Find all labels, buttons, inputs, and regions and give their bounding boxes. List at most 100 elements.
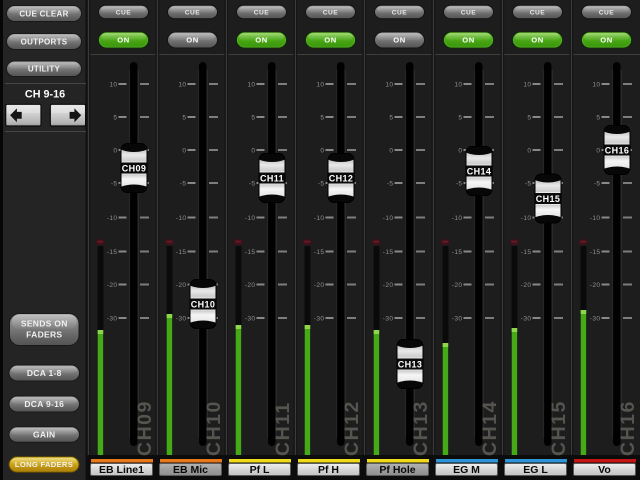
svg-text:-5: -5 <box>111 181 118 188</box>
svg-text:Vo: Vo <box>598 464 611 476</box>
svg-text:-15: -15 <box>383 249 394 256</box>
svg-text:-10: -10 <box>314 215 325 222</box>
svg-text:-15: -15 <box>590 249 601 256</box>
svg-text:-5: -5 <box>387 181 394 188</box>
svg-text:ON: ON <box>600 36 612 45</box>
svg-text:EG M: EG M <box>453 464 480 476</box>
svg-text:-30: -30 <box>176 316 187 323</box>
svg-text:10: 10 <box>592 82 600 89</box>
svg-text:-5: -5 <box>249 181 256 188</box>
svg-text:ON: ON <box>117 36 129 45</box>
svg-text:-10: -10 <box>590 215 601 222</box>
svg-text:CUE: CUE <box>461 9 477 16</box>
svg-text:0: 0 <box>458 148 462 155</box>
svg-text:-30: -30 <box>521 316 532 323</box>
svg-text:OUTPORTS: OUTPORTS <box>21 37 68 46</box>
svg-text:5: 5 <box>320 115 324 122</box>
svg-text:0: 0 <box>251 148 255 155</box>
svg-text:CH16: CH16 <box>617 400 639 456</box>
svg-text:-15: -15 <box>176 249 187 256</box>
svg-text:-20: -20 <box>590 282 601 289</box>
svg-text:CH09: CH09 <box>122 163 147 173</box>
svg-text:ON: ON <box>255 36 267 45</box>
svg-text:EB Mic: EB Mic <box>173 464 208 476</box>
svg-text:-30: -30 <box>590 316 601 323</box>
svg-text:CUE: CUE <box>254 9 270 16</box>
svg-text:-5: -5 <box>525 181 532 188</box>
svg-text:-20: -20 <box>245 282 256 289</box>
svg-text:-30: -30 <box>383 316 394 323</box>
svg-text:CH13: CH13 <box>398 359 423 369</box>
svg-text:5: 5 <box>182 115 186 122</box>
svg-text:10: 10 <box>247 82 255 89</box>
svg-text:CH14: CH14 <box>479 400 501 456</box>
svg-text:UTILITY: UTILITY <box>28 65 61 74</box>
svg-text:-15: -15 <box>314 249 325 256</box>
svg-text:10: 10 <box>454 82 462 89</box>
svg-text:-30: -30 <box>245 316 256 323</box>
svg-text:CH15: CH15 <box>548 400 570 456</box>
svg-text:-10: -10 <box>521 215 532 222</box>
svg-text:Pf L: Pf L <box>250 464 270 476</box>
svg-text:10: 10 <box>178 82 186 89</box>
svg-text:EB Line1: EB Line1 <box>99 464 144 476</box>
svg-text:-10: -10 <box>176 215 187 222</box>
svg-text:0: 0 <box>527 148 531 155</box>
svg-text:-15: -15 <box>452 249 463 256</box>
svg-text:10: 10 <box>316 82 324 89</box>
svg-text:DCA 9-16: DCA 9-16 <box>24 399 64 409</box>
svg-text:-15: -15 <box>521 249 532 256</box>
svg-text:5: 5 <box>113 115 117 122</box>
svg-text:CUE: CUE <box>599 9 615 16</box>
svg-text:0: 0 <box>389 148 393 155</box>
svg-text:0: 0 <box>113 148 117 155</box>
svg-text:0: 0 <box>320 148 324 155</box>
svg-text:-15: -15 <box>245 249 256 256</box>
svg-text:ON: ON <box>186 36 198 45</box>
svg-text:LONG FADERS: LONG FADERS <box>15 460 73 469</box>
svg-text:Pf Hole: Pf Hole <box>379 464 415 476</box>
svg-text:5: 5 <box>458 115 462 122</box>
svg-text:-30: -30 <box>452 316 463 323</box>
svg-text:CH12: CH12 <box>341 400 363 456</box>
svg-text:CH10: CH10 <box>191 299 216 309</box>
svg-text:-5: -5 <box>594 181 601 188</box>
svg-text:10: 10 <box>109 82 117 89</box>
svg-text:DCA 1-8: DCA 1-8 <box>27 368 62 378</box>
svg-text:CH15: CH15 <box>536 194 561 204</box>
svg-text:Pf H: Pf H <box>318 464 339 476</box>
svg-text:CUE: CUE <box>530 9 546 16</box>
svg-text:CUE: CUE <box>116 9 132 16</box>
svg-text:-20: -20 <box>107 282 118 289</box>
svg-text:GAIN: GAIN <box>33 430 55 440</box>
svg-text:10: 10 <box>523 82 531 89</box>
svg-text:CH14: CH14 <box>467 166 492 176</box>
svg-text:-10: -10 <box>452 215 463 222</box>
svg-text:CUE: CUE <box>323 9 339 16</box>
svg-text:-30: -30 <box>314 316 325 323</box>
svg-text:-15: -15 <box>107 249 118 256</box>
svg-text:-10: -10 <box>107 215 118 222</box>
svg-text:CH13: CH13 <box>410 400 432 456</box>
svg-text:CH12: CH12 <box>329 173 354 183</box>
svg-text:ON: ON <box>393 36 405 45</box>
svg-text:ON: ON <box>324 36 336 45</box>
svg-text:-10: -10 <box>383 215 394 222</box>
svg-text:-20: -20 <box>521 282 532 289</box>
svg-text:0: 0 <box>596 148 600 155</box>
svg-text:-30: -30 <box>107 316 118 323</box>
svg-text:5: 5 <box>389 115 393 122</box>
svg-text:-5: -5 <box>180 181 187 188</box>
svg-text:CH11: CH11 <box>260 173 284 183</box>
svg-text:-5: -5 <box>318 181 325 188</box>
svg-text:CH16: CH16 <box>605 145 630 155</box>
svg-text:-20: -20 <box>176 282 187 289</box>
svg-text:-20: -20 <box>314 282 325 289</box>
svg-text:EG L: EG L <box>523 464 548 476</box>
svg-text:CUE: CUE <box>185 9 201 16</box>
svg-text:0: 0 <box>182 148 186 155</box>
svg-text:CH10: CH10 <box>203 400 225 456</box>
svg-text:-20: -20 <box>383 282 394 289</box>
svg-text:5: 5 <box>251 115 255 122</box>
svg-text:5: 5 <box>527 115 531 122</box>
